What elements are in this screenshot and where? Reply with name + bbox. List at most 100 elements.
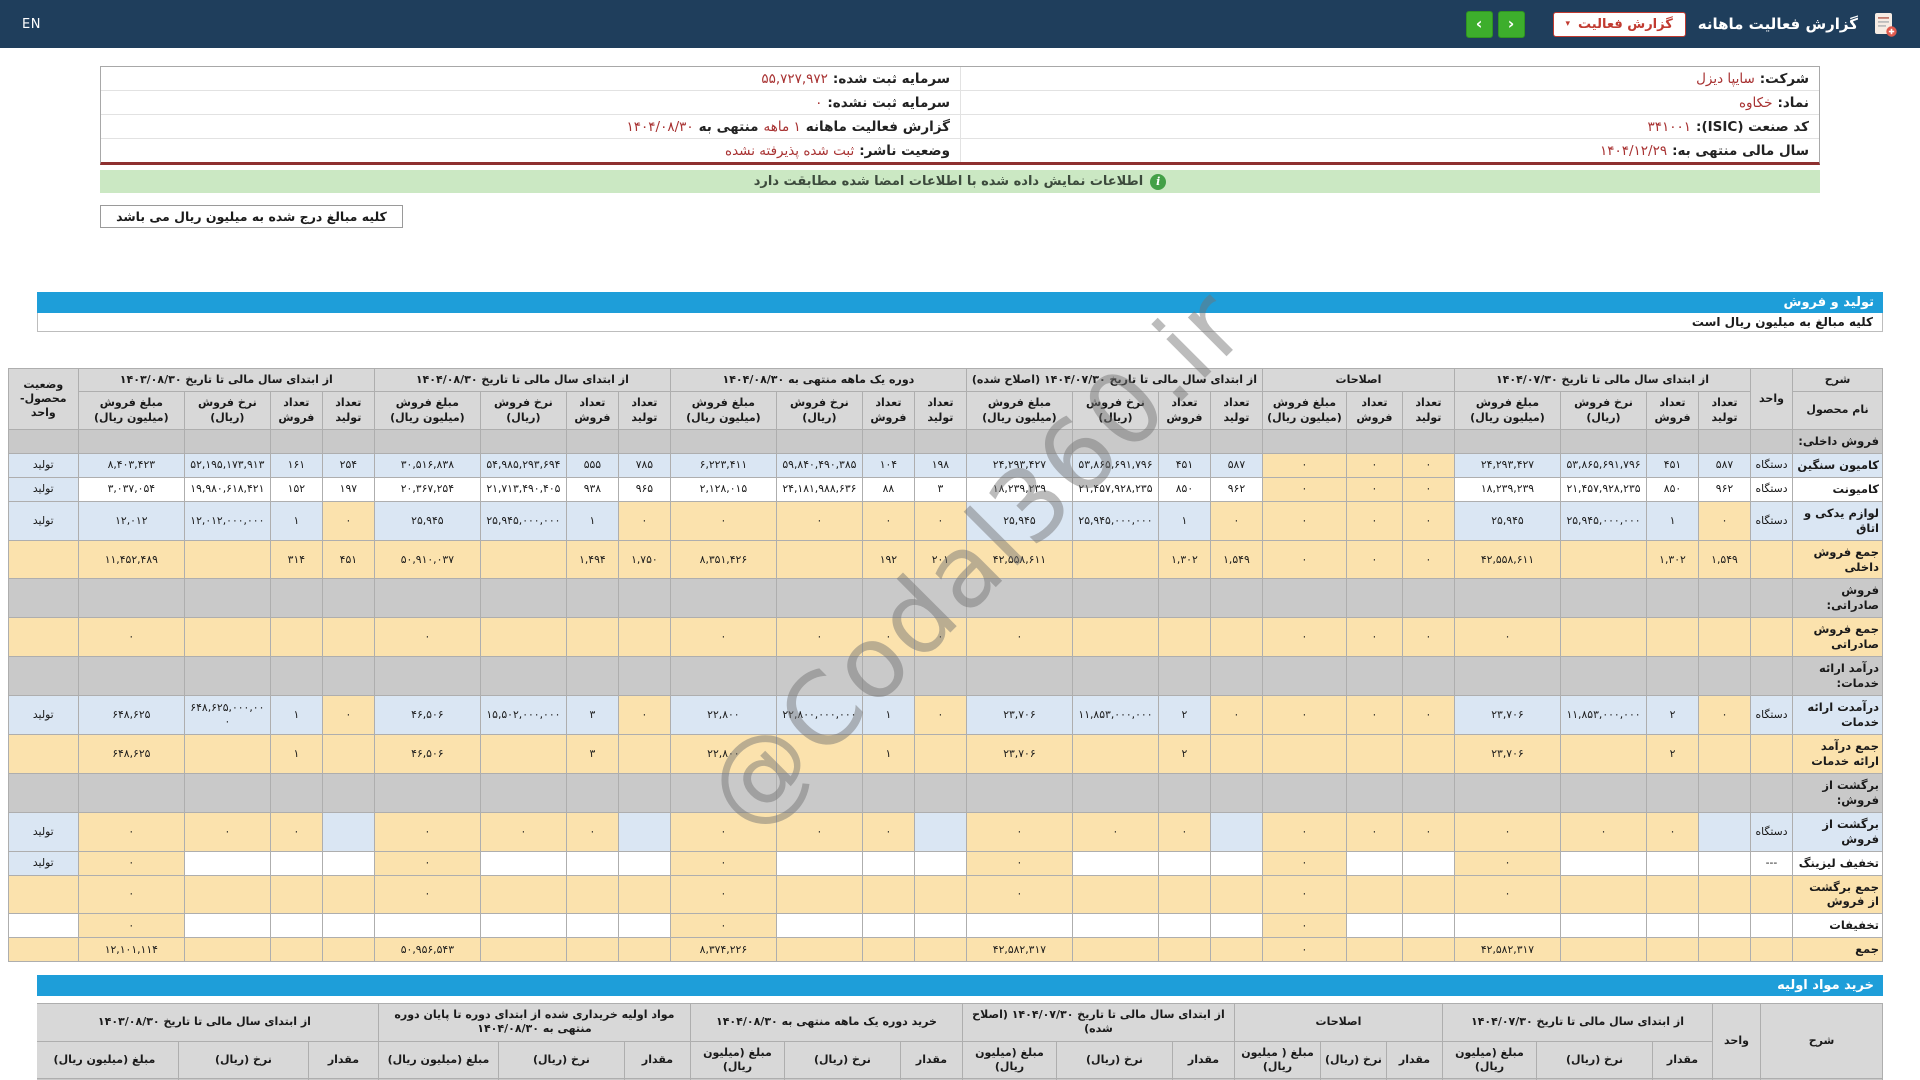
report-nav-buttons: › ‹ [1465, 10, 1525, 38]
value-cell [1209, 733, 1263, 774]
company-info-row: شرکت: سایپا دیزل سرمایه ثبت شده: ۵۵,۷۲۷,… [101, 67, 1819, 91]
value-cell: ۸۸ [861, 476, 915, 502]
section-empty-cell [1750, 772, 1793, 813]
data-row: تخفیف لیزینگ --- ۰ ۰ ۰ ۰ ۰ ۰ تولید [7, 850, 1883, 876]
section-empty-cell [373, 428, 481, 454]
metric-column-header: مبلغ (میلیون ریال) [961, 1040, 1057, 1080]
value-cell: ۰ [77, 850, 185, 876]
value-cell: ۰ [373, 617, 481, 658]
value-cell [479, 937, 567, 963]
value-cell: ۱ [269, 500, 323, 541]
value-cell: ۱۹۸ [913, 452, 967, 478]
section-label: برگشت از فروش: [1792, 772, 1883, 813]
value-cell: ۰ [775, 811, 863, 852]
production-sales-table: شرح واحد از ابتدای سال مالی تا تاریخ ۱۴۰۴/… [7, 367, 1883, 963]
value-cell: ۵۳,۸۶۵,۶۹۱,۷۹۶ [1560, 452, 1647, 478]
value-cell: ۰ [1209, 695, 1263, 735]
value-cell: ۰ [77, 617, 185, 658]
value-cell [565, 874, 619, 915]
value-cell [1401, 733, 1455, 774]
row-label: تخفیفات [1792, 913, 1883, 939]
publisher-status-cell: وضعیت ناشر: ثبت شده پذیرفته نشده [101, 139, 960, 162]
value-cell [1071, 617, 1159, 658]
language-toggle[interactable]: EN [22, 17, 41, 32]
value-cell: ۰ [1401, 476, 1455, 502]
period-group-header: از ابتدای سال مالی تا تاریخ ۱۴۰۴/۰۷/۳۰ (… [965, 367, 1263, 393]
status-cell [7, 913, 79, 939]
section-empty-cell [1071, 772, 1159, 813]
info-label: گزارش فعالیت ماهانه [805, 118, 950, 135]
section-empty-cell [1453, 428, 1562, 454]
value-cell: ۲۵,۹۴۵,۰۰۰,۰۰۰ [1071, 500, 1159, 541]
value-cell [861, 874, 915, 915]
value-cell: ۰ [861, 617, 915, 658]
metric-column-header: تعداد فروش [1345, 391, 1403, 430]
value-cell [1209, 874, 1263, 915]
section-empty-cell [1209, 772, 1263, 813]
value-cell: ۴۲,۵۸۲,۳۱۷ [965, 937, 1073, 963]
nav-back-button[interactable]: ‹ [1465, 10, 1493, 38]
row-label: جمع درآمد ارائه خدمات [1792, 733, 1883, 774]
value-cell [617, 811, 671, 852]
section-empty-cell [1345, 772, 1403, 813]
value-cell: ۰ [1646, 811, 1699, 852]
value-cell [565, 617, 619, 658]
period-group-header: دوره یک ماهه منتهی به ۱۴۰۴/۰۸/۳۰ [669, 367, 967, 393]
metric-column-header: تعداد تولید [617, 391, 671, 430]
metric-column-header: مبلغ فروش (میلیون ریال) [1261, 391, 1347, 430]
value-cell [1209, 913, 1263, 939]
value-cell: ۲۱,۴۵۷,۹۲۸,۲۳۵ [1560, 476, 1647, 502]
value-cell: ۶۴۸,۶۲۵ [77, 695, 185, 735]
status-cell: تولید [7, 695, 79, 735]
value-cell [1071, 913, 1159, 939]
value-cell [269, 913, 323, 939]
section-empty-cell [1157, 578, 1211, 619]
value-cell: ۱۱,۸۵۳,۰۰۰,۰۰۰ [1560, 695, 1647, 735]
value-cell [1345, 913, 1403, 939]
value-cell [1560, 733, 1647, 774]
value-cell: ۰ [913, 500, 967, 541]
info-icon: i [1150, 173, 1167, 190]
value-cell: ۳ [913, 476, 967, 502]
section-empty-cell [321, 656, 375, 697]
section-empty-cell [1560, 656, 1647, 697]
value-cell [1401, 850, 1455, 876]
section-empty-cell [7, 428, 79, 454]
section-empty-cell [1261, 772, 1347, 813]
nav-forward-button[interactable]: › [1497, 10, 1525, 38]
page-title: گزارش فعالیت ماهانه [1697, 15, 1858, 33]
report-document-icon-svg [1875, 13, 1897, 37]
value-cell: ۱۶۱ [269, 452, 323, 478]
value-cell: ۵۹,۸۴۰,۴۹۰,۳۸۵ [775, 452, 863, 478]
report-type-button[interactable]: گزارش فعالیت ▾ [1552, 11, 1686, 37]
info-value: ۱۴۰۴/۱۲/۲۹ [1599, 142, 1668, 159]
section-empty-cell [861, 772, 915, 813]
section-empty-cell [373, 772, 481, 813]
value-cell: ۱۹۷ [321, 476, 375, 502]
section-empty-cell [1560, 578, 1647, 619]
report-type-label: گزارش فعالیت [1578, 16, 1673, 32]
section-empty-cell [1560, 428, 1647, 454]
row-label: جمع فروش داخلی [1792, 539, 1883, 580]
value-cell [1560, 874, 1647, 915]
value-cell: ۰ [1453, 874, 1562, 915]
value-cell: ۲۱,۴۵۷,۹۲۸,۲۳۵ [1071, 476, 1159, 502]
value-cell: ۱ [1157, 500, 1211, 541]
value-cell: ۴۵۱ [1646, 452, 1699, 478]
section-empty-cell [913, 428, 967, 454]
value-cell: ۰ [1261, 476, 1347, 502]
period-group-header: از ابتدای سال مالی تا تاریخ ۱۴۰۴/۰۷/۳۰ (… [961, 1003, 1235, 1042]
section-empty-cell [1157, 656, 1211, 697]
value-cell: ۶,۲۲۳,۴۱۱ [669, 452, 777, 478]
section-empty-cell [1646, 578, 1699, 619]
row-label: کامیون سنگین [1792, 452, 1883, 478]
value-cell: ۸,۳۵۱,۴۲۶ [669, 539, 777, 580]
report-document-icon[interactable] [1870, 10, 1898, 38]
value-cell: ۲ [1646, 695, 1699, 735]
value-cell: ۰ [1261, 539, 1347, 580]
value-cell [913, 937, 967, 963]
section-empty-cell [775, 656, 863, 697]
value-cell: ۲۳,۷۰۶ [1453, 695, 1562, 735]
value-cell [775, 913, 863, 939]
value-cell: ۰ [775, 500, 863, 541]
